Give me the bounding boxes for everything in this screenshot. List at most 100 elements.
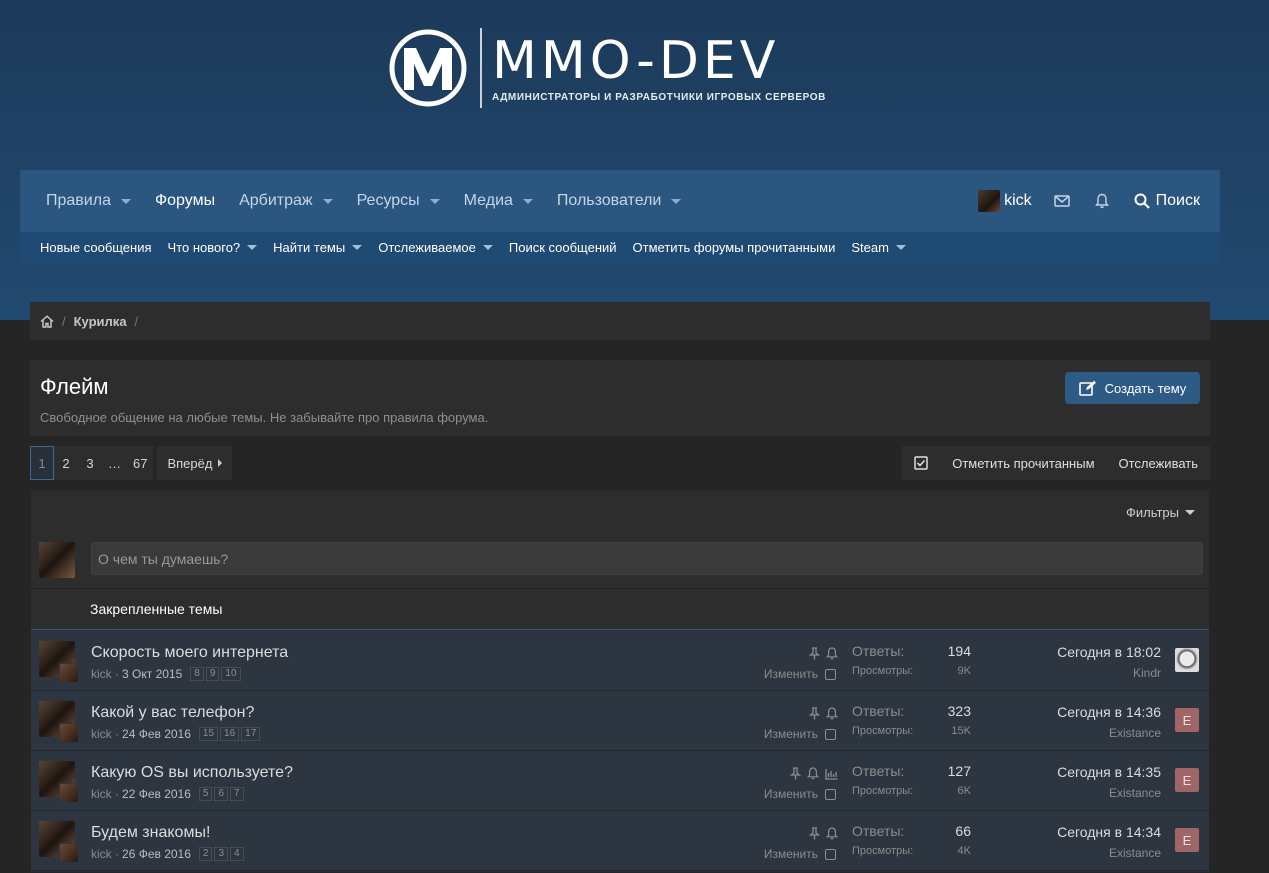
thread-page-link[interactable]: 5 — [198, 787, 213, 801]
site-logo[interactable]: MMO-DEV АДМИНИСТРАТОРЫ И РАЗРАБОТЧИКИ ИГ… — [388, 28, 826, 108]
tab-label: Пользователи — [556, 192, 662, 209]
edit-thread-control[interactable]: Изменить — [764, 667, 836, 681]
thread-title[interactable]: Какой у вас телефон? — [91, 704, 254, 722]
select-checkbox[interactable] — [825, 728, 836, 740]
chevron-down-icon[interactable] — [322, 198, 333, 204]
thread-page-link[interactable]: 2 — [198, 847, 213, 861]
logo-subtitle: АДМИНИСТРАТОРЫ И РАЗРАБОТЧИКИ ИГРОВЫХ СЕ… — [492, 91, 826, 103]
watch-button[interactable]: Отслеживать — [1107, 446, 1210, 480]
home-icon[interactable] — [40, 314, 54, 328]
thread-page-link[interactable]: 3 — [214, 847, 229, 861]
last-post-user[interactable]: Existance — [1109, 846, 1161, 860]
last-post-user[interactable]: Existance — [1109, 726, 1161, 740]
poll-icon — [825, 767, 838, 785]
thread-author[interactable]: kick — [91, 787, 112, 801]
thread-page-link[interactable]: 6 — [214, 787, 229, 801]
thread-title[interactable]: Скорость моего интернета — [91, 644, 288, 662]
thread-date[interactable]: 22 Фев 2016 — [122, 787, 191, 801]
edit-thread-control[interactable]: Изменить — [764, 787, 836, 801]
thread-page-link[interactable]: 8 — [190, 667, 204, 681]
thread-date[interactable]: 26 Фев 2016 — [122, 847, 191, 861]
thread-page-link[interactable]: 4 — [230, 847, 244, 861]
chevron-down-icon[interactable] — [120, 198, 131, 204]
chevron-down-icon[interactable] — [429, 198, 440, 204]
tab-label: Медиа — [463, 192, 513, 209]
thread-date[interactable]: 3 Окт 2015 — [122, 667, 182, 681]
sub-mark-forums-read[interactable]: Отметить форумы прочитанными — [625, 240, 844, 255]
thread-page-link[interactable]: 15 — [198, 727, 219, 741]
select-checkbox[interactable] — [825, 668, 836, 680]
sub-find-threads[interactable]: Найти темы — [265, 240, 370, 255]
chevron-down-icon[interactable] — [247, 244, 258, 250]
chevron-down-icon[interactable] — [522, 198, 533, 204]
page-description: Свободное общение на любые темы. Не забы… — [40, 410, 489, 425]
page-link[interactable]: 67 — [127, 446, 154, 480]
search-button[interactable]: Поиск — [1122, 192, 1220, 210]
sub-steam[interactable]: Steam — [843, 240, 914, 255]
select-checkbox[interactable] — [825, 788, 836, 800]
thread-title[interactable]: Какую OS вы используете? — [91, 764, 293, 782]
avatar[interactable] — [1175, 648, 1199, 672]
sub-search-posts[interactable]: Поиск сообщений — [501, 240, 625, 255]
create-thread-button[interactable]: Создать тему — [1065, 372, 1200, 404]
tab-arbitration[interactable]: Арбитраж — [227, 170, 345, 232]
last-post-user[interactable]: Existance — [1109, 786, 1161, 800]
thread-author[interactable]: kick — [91, 847, 112, 861]
views-label: Просмотры: — [852, 665, 914, 677]
thread-page-link[interactable]: 7 — [230, 787, 244, 801]
edit-thread-control[interactable]: Изменить — [764, 727, 836, 741]
user-menu[interactable]: kick — [968, 190, 1042, 212]
page-link-current[interactable]: 1 — [30, 446, 54, 480]
mark-read-button[interactable]: Отметить прочитанным — [902, 446, 1106, 480]
avatar[interactable]: E — [1175, 828, 1199, 852]
thread-author[interactable]: kick — [91, 727, 112, 741]
page-ellipsis[interactable]: … — [102, 446, 127, 480]
last-post-user[interactable]: Kindr — [1133, 666, 1161, 680]
tab-users[interactable]: Пользователи — [545, 170, 693, 232]
thread-row[interactable]: Какую OS вы используете? kick · 22 Фев 201… — [31, 751, 1209, 811]
thread-page-link[interactable]: 10 — [221, 667, 241, 681]
avatar[interactable]: E — [1175, 708, 1199, 732]
sub-watched[interactable]: Отслеживаемое — [370, 240, 501, 255]
page-link[interactable]: 3 — [78, 446, 102, 480]
last-post-time[interactable]: Сегодня в 14:36 — [1057, 704, 1161, 720]
last-post-time[interactable]: Сегодня в 14:34 — [1057, 824, 1161, 840]
bell-icon — [1094, 193, 1109, 209]
meta-separator: · — [111, 787, 120, 801]
select-checkbox[interactable] — [825, 848, 836, 860]
checkbox-icon — [914, 456, 928, 470]
page-link[interactable]: 2 — [54, 446, 78, 480]
thread-title[interactable]: Будем знакомы! — [91, 824, 210, 842]
alerts-button[interactable] — [1082, 170, 1122, 232]
tab-resources[interactable]: Ресурсы — [345, 170, 452, 232]
thread-page-link[interactable]: 16 — [220, 727, 240, 741]
thread-row[interactable]: Какой у вас телефон? kick · 24 Фев 2016 15 1… — [31, 691, 1209, 751]
thread-page-link[interactable]: 17 — [241, 727, 261, 741]
avatar[interactable]: E — [1175, 768, 1199, 792]
last-post-time[interactable]: Сегодня в 18:02 — [1057, 644, 1161, 660]
thread-author[interactable]: kick — [91, 667, 112, 681]
meta-separator: · — [111, 847, 120, 861]
tab-media[interactable]: Медиа — [452, 170, 545, 232]
chevron-down-icon[interactable] — [352, 244, 363, 250]
chevron-down-icon[interactable] — [895, 244, 906, 250]
thread-page-link[interactable]: 9 — [205, 667, 220, 681]
sub-label: Что нового? — [167, 239, 241, 255]
nav-subbar: Новые сообщения Что нового? Найти темы О… — [20, 232, 1220, 262]
thread-row[interactable]: Скорость моего интернета kick · 3 Окт 2015… — [31, 631, 1209, 691]
tab-rules[interactable]: Правила — [34, 170, 143, 232]
sub-new-posts[interactable]: Новые сообщения — [32, 240, 160, 255]
edit-thread-control[interactable]: Изменить — [764, 847, 836, 861]
chevron-down-icon[interactable] — [482, 244, 493, 250]
filters-button[interactable]: Фильтры — [1126, 505, 1195, 520]
next-page-button[interactable]: Вперёд — [157, 446, 233, 480]
thread-row[interactable]: Будем знакомы! kick · 26 Фев 2016 2 3 4 Измени… — [31, 811, 1209, 871]
chevron-down-icon[interactable] — [671, 198, 682, 204]
last-post-time[interactable]: Сегодня в 14:35 — [1057, 764, 1161, 780]
quick-thread-input[interactable]: О чем ты думаешь? — [91, 542, 1203, 575]
breadcrumb-item[interactable]: Курилка — [74, 314, 127, 329]
sub-whats-new[interactable]: Что нового? — [160, 240, 266, 255]
inbox-button[interactable] — [1042, 170, 1082, 232]
thread-date[interactable]: 24 Фев 2016 — [122, 727, 191, 741]
tab-forums[interactable]: Форумы — [143, 170, 227, 232]
